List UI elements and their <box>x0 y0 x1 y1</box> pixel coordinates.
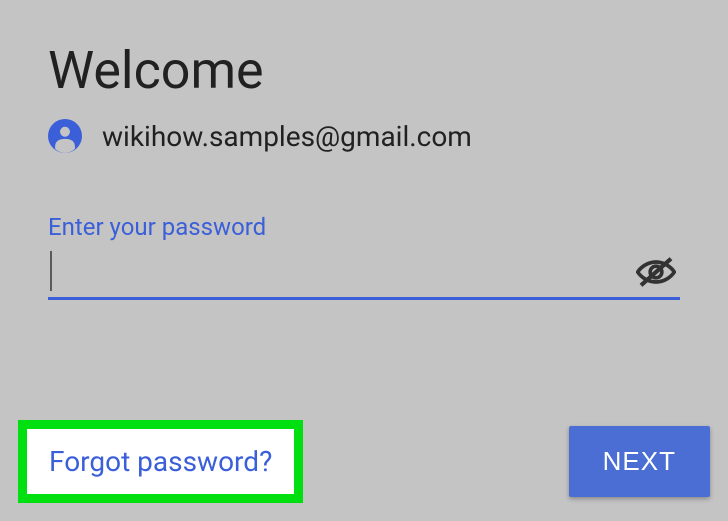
forgot-password-link[interactable]: Forgot password? <box>49 445 272 478</box>
next-button[interactable]: NEXT <box>569 426 710 497</box>
forgot-password-highlight: Forgot password? <box>18 420 303 503</box>
password-input[interactable] <box>48 249 636 293</box>
user-avatar-icon <box>48 119 82 153</box>
password-label: Enter your password <box>48 213 680 241</box>
visibility-off-icon[interactable] <box>636 257 676 291</box>
password-field[interactable] <box>48 249 680 300</box>
text-cursor <box>50 251 52 291</box>
account-email: wikihow.samples@gmail.com <box>102 120 472 153</box>
page-title: Welcome <box>48 40 680 101</box>
account-row[interactable]: wikihow.samples@gmail.com <box>48 119 680 153</box>
